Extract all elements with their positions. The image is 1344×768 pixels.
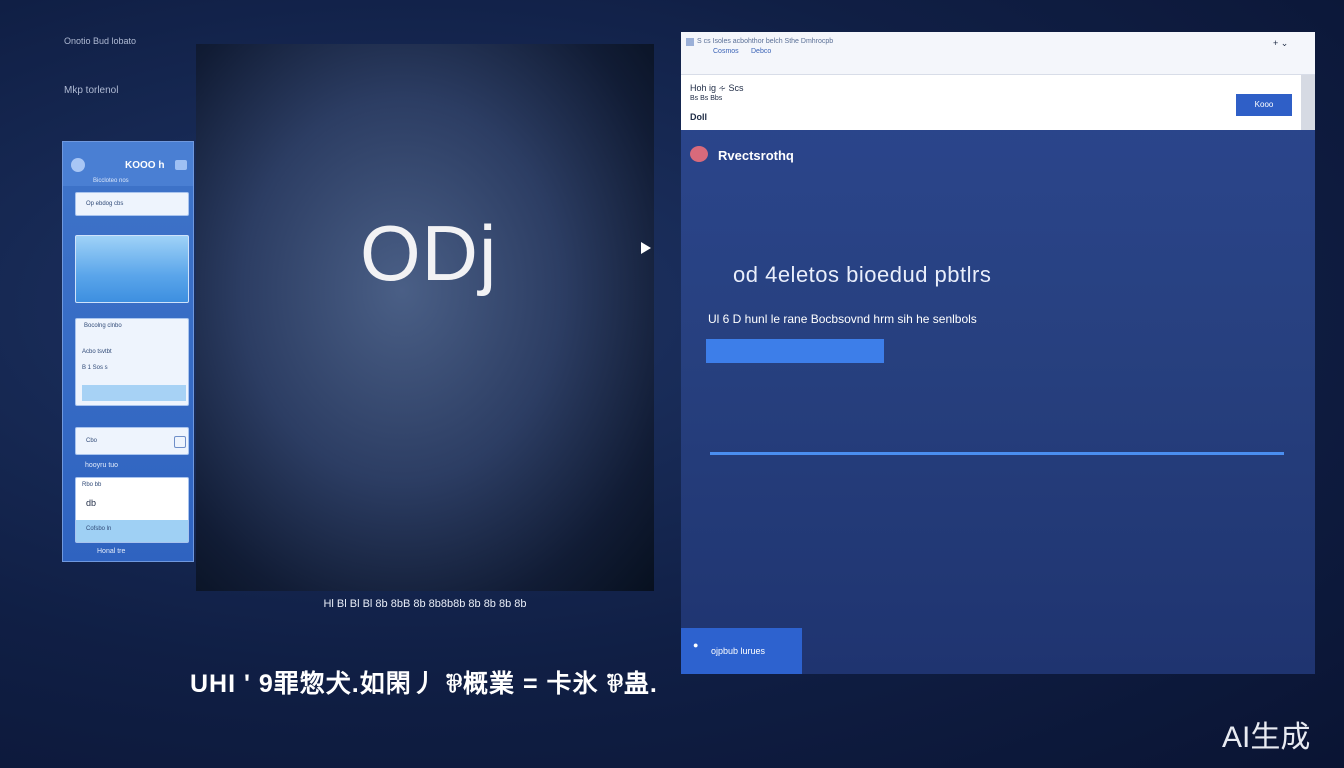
mobile-card-5[interactable]: Rbo bb db Cofsbo ln <box>75 477 189 543</box>
mobile-image-card[interactable] <box>75 235 189 303</box>
video-panel[interactable] <box>196 44 654 591</box>
mobile-card-5-line2: db <box>86 498 97 508</box>
app-logo-icon <box>71 158 85 172</box>
play-icon[interactable] <box>641 242 651 254</box>
mobile-footer-link[interactable]: Honal tre <box>97 548 125 555</box>
favicon-icon <box>686 38 694 46</box>
video-caption: Hl Bl Bl Bl 8b 8bB 8b 8b8b8b 8b 8b 8b 8b <box>323 598 527 610</box>
mobile-card-3-bar <box>82 385 186 401</box>
scrollbar[interactable] <box>1301 75 1315 130</box>
header-line-1: Hoh ig ∻ Scs <box>690 83 744 93</box>
desktop-label-second: Mkp torlenol <box>64 85 119 96</box>
mobile-subtitle: Biccloteo nos <box>93 178 129 184</box>
mobile-title: KOOO h <box>125 160 165 171</box>
window-controls[interactable]: + ⌄ <box>1273 38 1288 49</box>
watermark: AI生成 <box>1222 721 1311 754</box>
tab-sub-1[interactable]: Cosmos <box>713 48 739 55</box>
browser-top-bar: S cs Isoles acbohthor belch Sthe Dmhrocp… <box>681 32 1315 75</box>
section-title: Rvectsrothq <box>718 148 794 163</box>
mobile-panel: KOOO h Biccloteo nos Op ebdog cbs Bocoln… <box>62 141 194 562</box>
mobile-link[interactable]: hooyru tuo <box>85 462 118 469</box>
mobile-card-5-line3: Cofsbo ln <box>86 526 112 532</box>
mobile-card-1-text: Op ebdog cbs <box>86 201 124 207</box>
settings-icon[interactable] <box>174 436 186 448</box>
mobile-card-3-line2: B 1 Sos s <box>82 365 108 371</box>
primary-action-button[interactable] <box>706 339 884 363</box>
bottom-caption: UHI ' 9罪惣犬.如閑丿 ⅌概業 = 卡氷 ⅌蛊. <box>190 670 658 698</box>
mobile-card-3-title: Bocolng clnbo <box>84 323 122 329</box>
brand-icon <box>690 146 708 162</box>
video-title: ODj <box>360 209 498 297</box>
footer-button[interactable]: ojpbub lurues <box>681 628 802 674</box>
header-line-2: Bs Bs Bbs <box>690 95 723 102</box>
main-description: Ul 6 D hunl le rane Bocbsovnd hrm sih he… <box>708 312 977 326</box>
footer-dot-icon: ● <box>693 640 699 650</box>
notification-icon[interactable] <box>175 160 187 170</box>
header-line-3: Doll <box>690 112 707 122</box>
mobile-card-4[interactable]: Cbo <box>75 427 189 455</box>
main-heading: od 4eletos bioedud pbtlrs <box>733 262 992 287</box>
mobile-card-3-line1: Acbo tsvtbt <box>82 349 112 355</box>
section-divider <box>710 452 1284 455</box>
header-action-button[interactable]: Kooo <box>1236 94 1292 116</box>
mobile-card-4-text: Cbo <box>86 438 98 444</box>
page-header: Hoh ig ∻ Scs Bs Bs Bbs Doll <box>681 75 1301 130</box>
desktop-label-top: Onotio Bud lobato <box>64 36 137 46</box>
mobile-card-5-line1: Rbo bb <box>82 482 102 488</box>
tab-sub-2[interactable]: Debco <box>751 48 771 55</box>
mobile-card-5-bar: Cofsbo ln <box>76 520 188 542</box>
mobile-card-1[interactable]: Op ebdog cbs <box>75 192 189 216</box>
tab-text[interactable]: S cs Isoles acbohthor belch Sthe Dmhrocp… <box>697 38 833 45</box>
mobile-card-3[interactable]: Bocolng clnbo Acbo tsvtbt B 1 Sos s <box>75 318 189 406</box>
